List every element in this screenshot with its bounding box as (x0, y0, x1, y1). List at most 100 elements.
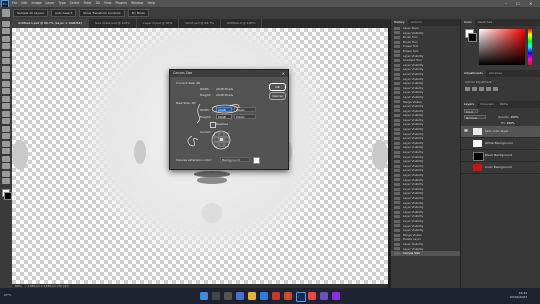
layer-kind-select[interactable]: Kind (464, 108, 478, 114)
option-auto-select[interactable]: Auto-Select (50, 9, 77, 17)
clock-date: 03/04/2023 (510, 295, 528, 299)
tab-document-5[interactable]: Untitled-2 @ 100% (221, 19, 263, 28)
menu-help[interactable]: Help (148, 0, 155, 7)
menu-layer[interactable]: Layer (46, 0, 55, 7)
lasso-tool-icon[interactable] (2, 35, 10, 42)
edge-icon[interactable] (260, 292, 268, 300)
color-picker-field[interactable] (479, 29, 525, 65)
tab-document-4[interactable]: tshirt.psd @ 66.7% (179, 19, 221, 28)
type-tool-icon[interactable] (2, 140, 10, 147)
hand-tool-icon[interactable] (2, 163, 10, 169)
minimize-icon[interactable]: – (505, 0, 507, 7)
clock[interactable]: 16:44 03/04/2023 (510, 291, 527, 299)
blur-tool-icon[interactable] (2, 118, 10, 124)
hue-slider[interactable] (528, 29, 532, 65)
menu-type[interactable]: Type (58, 0, 65, 7)
menu-select[interactable]: Select (70, 0, 80, 7)
store-icon[interactable] (272, 292, 280, 300)
menu-view[interactable]: View (104, 0, 112, 7)
blend-mode-select[interactable]: Normal (464, 114, 486, 120)
tab-history[interactable]: History (391, 19, 408, 26)
eyedropper-tool-icon[interactable] (2, 65, 10, 72)
clone-stamp-tool-icon[interactable] (2, 88, 10, 94)
menu-edit[interactable]: Edit (21, 0, 27, 7)
adjustment-icons (465, 87, 537, 91)
move-tool-icon[interactable] (2, 20, 10, 27)
history-item[interactable]: Canvas Size (391, 251, 461, 256)
background-color-swatch[interactable] (468, 33, 477, 42)
chat-icon[interactable] (236, 292, 244, 300)
rectangle-tool-icon[interactable] (2, 155, 10, 162)
fill-label: Fill: (501, 121, 506, 125)
frame-tool-icon[interactable] (2, 58, 10, 64)
tab-document-2[interactable]: face mask.psd @ 100% (89, 19, 138, 28)
color-swatches[interactable] (0, 188, 12, 200)
tab-document-3[interactable]: Layer 0.psd @ 50% (137, 19, 180, 28)
move-tool-icon[interactable] (2, 9, 10, 17)
layer-row[interactable]: Black Background (461, 150, 540, 162)
exposure-icon[interactable] (486, 87, 491, 91)
tab-color[interactable]: Color (461, 19, 475, 26)
search-icon[interactable] (212, 292, 220, 300)
layer-thumbnail (473, 164, 482, 171)
tab-channels[interactable]: Channels (477, 101, 497, 108)
weather-temp[interactable]: 17°C (4, 293, 11, 297)
layer-row[interactable]: White Background (461, 138, 540, 150)
task-view-icon[interactable] (224, 292, 232, 300)
brush-tool-icon[interactable] (2, 80, 10, 87)
marquee-tool-icon[interactable] (2, 28, 10, 34)
office-icon[interactable] (284, 292, 292, 300)
layer-name: Black Background (485, 153, 512, 157)
pen-tool-icon[interactable] (2, 133, 10, 139)
chrome-icon[interactable] (308, 292, 316, 300)
more-tools-icon[interactable] (2, 178, 10, 184)
maximize-icon[interactable]: ☐ (516, 0, 520, 7)
zoom-tool-icon[interactable] (2, 170, 10, 177)
eraser-tool-icon[interactable] (2, 103, 10, 109)
mouth-shape (194, 171, 230, 184)
fill-value[interactable]: 100% (507, 121, 515, 125)
opacity-value[interactable]: 100% (511, 115, 519, 119)
start-icon[interactable] (200, 292, 208, 300)
history-brush-tool-icon[interactable] (2, 95, 10, 102)
path-select-tool-icon[interactable] (2, 148, 10, 154)
file-explorer-icon[interactable] (248, 292, 256, 300)
healing-tool-icon[interactable] (2, 73, 10, 79)
tab-layers[interactable]: Layers (461, 101, 477, 108)
dodge-tool-icon[interactable] (2, 125, 10, 132)
chin-shape (202, 203, 222, 223)
menu-file[interactable]: File (12, 0, 17, 7)
menu-filter[interactable]: Filter (84, 0, 92, 7)
close-window-icon[interactable]: ✕ (529, 0, 532, 7)
tab-document-1[interactable]: Untitled-1.psd @ 66.7% (Layer 1, RGB/8#) (12, 19, 89, 28)
left-ear-shape (12, 140, 28, 170)
vibrance-icon[interactable] (493, 87, 498, 91)
tab-actions[interactable]: Actions (408, 19, 425, 26)
layer-name: White Background (485, 141, 513, 145)
option-3d-mode[interactable]: 3D Mode (127, 9, 149, 17)
option-show-transform[interactable]: Show Transform Controls (79, 9, 125, 17)
menu-image[interactable]: Image (32, 0, 42, 7)
background-color-swatch[interactable] (4, 192, 12, 200)
crop-tool-icon[interactable] (2, 50, 10, 57)
tab-libraries[interactable]: Libraries (486, 70, 505, 77)
levels-icon[interactable] (472, 87, 477, 91)
menu-window[interactable]: Window (131, 0, 144, 7)
layer-row[interactable]: Color Background (461, 162, 540, 174)
app-icon-2[interactable] (332, 292, 340, 300)
brightness-icon[interactable] (465, 87, 470, 91)
quick-select-tool-icon[interactable] (2, 43, 10, 49)
menu-plugins[interactable]: Plugins (116, 0, 127, 7)
photoshop-taskbar-icon[interactable] (296, 292, 306, 302)
tab-paths[interactable]: Paths (497, 101, 511, 108)
menu-3d[interactable]: 3D (95, 0, 99, 7)
layer-row[interactable]: Skin color layer (461, 126, 540, 138)
tab-adjustments[interactable]: Adjustments (461, 70, 486, 77)
app-icon[interactable] (320, 292, 328, 300)
tab-swatches[interactable]: Swatches (475, 19, 495, 26)
gradient-tool-icon[interactable] (2, 110, 10, 117)
visibility-eye-icon[interactable] (464, 129, 468, 132)
curves-icon[interactable] (479, 87, 484, 91)
option-sample-all-layers[interactable]: Sample All Layers (13, 9, 48, 17)
menu-bar: Ps File Edit Image Layer Type Select Fil… (0, 0, 540, 8)
